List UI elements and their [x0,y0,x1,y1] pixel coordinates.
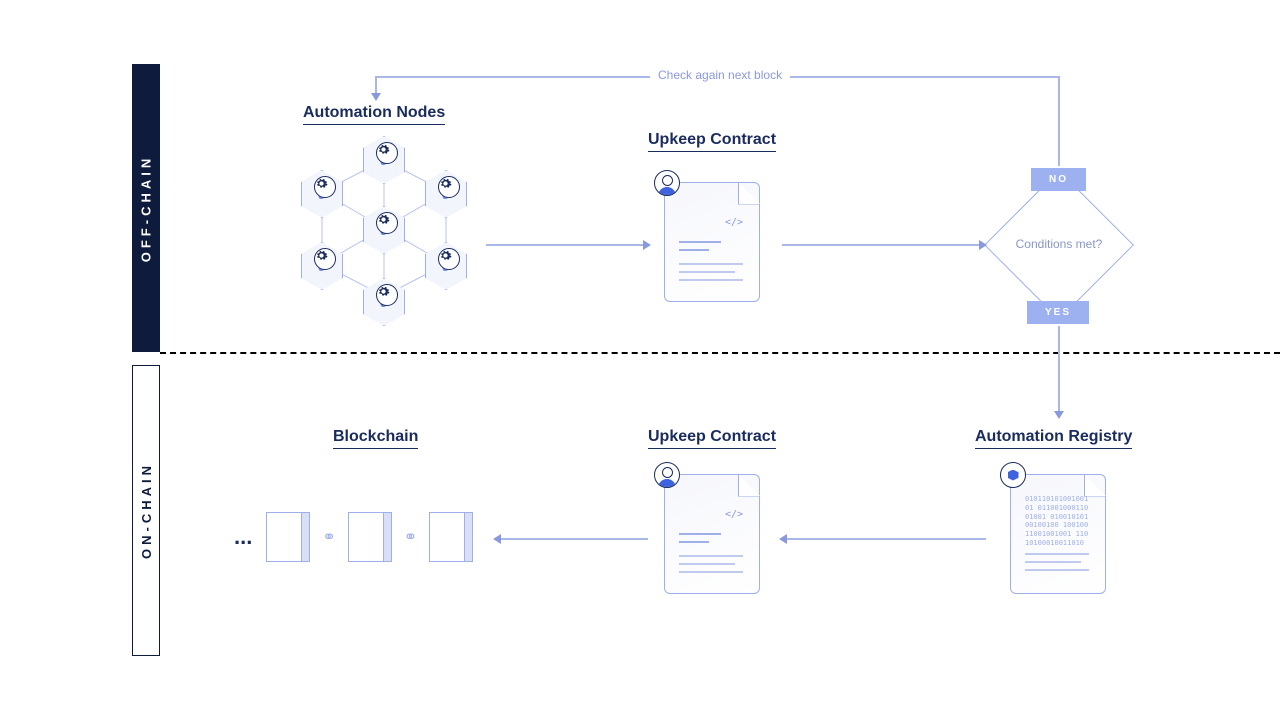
arrow-nodes-to-upkeep [486,244,644,246]
upkeep-contract-top-graphic: </> [664,182,760,302]
off-chain-label: OFF-CHAIN [132,64,160,352]
user-avatar-icon [654,462,680,488]
title-upkeep-contract-bottom: Upkeep Contract [648,428,776,449]
decision-no-label: NO [1031,168,1086,191]
blockchain-graphic: ... ⚭ ⚭ [234,512,473,562]
gear-icon [314,176,336,198]
feedback-line-up [1058,76,1060,166]
automation-registry-graphic: 01011010100100101 01100100011001001 0100… [1010,474,1106,594]
decision-conditions-met: Conditions met? [994,180,1124,310]
title-automation-nodes: Automation Nodes [303,104,445,125]
title-blockchain: Blockchain [333,428,418,449]
offchain-onchain-divider [160,352,1280,354]
chain-link-icon: ⚭ [322,527,335,547]
arrow-upkeep-to-decision [782,244,980,246]
chainlink-hex-icon [1000,462,1026,488]
registry-binary-text: 01011010100100101 01100100011001001 0100… [1025,495,1091,548]
title-upkeep-contract-top: Upkeep Contract [648,131,776,152]
block-icon [429,512,473,562]
feedback-caption: Check again next block [650,68,790,82]
off-chain-text: OFF-CHAIN [139,154,154,262]
gear-icon [376,212,398,234]
on-chain-text: ON-CHAIN [139,462,154,559]
automation-nodes-graphic: 0 0 0 0 0 0 0 [294,136,474,336]
ellipsis: ... [234,524,252,550]
block-icon [348,512,392,562]
gear-icon [376,284,398,306]
decision-question: Conditions met? [994,180,1124,310]
user-avatar-icon [654,170,680,196]
arrow-registry-to-upkeep [786,538,986,540]
block-icon [266,512,310,562]
arrow-yes-down [1058,326,1060,412]
decision-yes-label: YES [1027,301,1089,324]
gear-icon [376,142,398,164]
on-chain-label: ON-CHAIN [132,365,160,656]
chain-link-icon: ⚭ [404,527,417,547]
code-icon: </> [725,509,743,520]
feedback-line-down-arrow [375,76,377,94]
upkeep-contract-bottom-graphic: </> [664,474,760,594]
code-icon: </> [725,217,743,228]
arrow-upkeep-to-blockchain [500,538,648,540]
gear-icon [438,176,460,198]
gear-icon [314,248,336,270]
title-automation-registry: Automation Registry [975,428,1132,449]
gear-icon [438,248,460,270]
